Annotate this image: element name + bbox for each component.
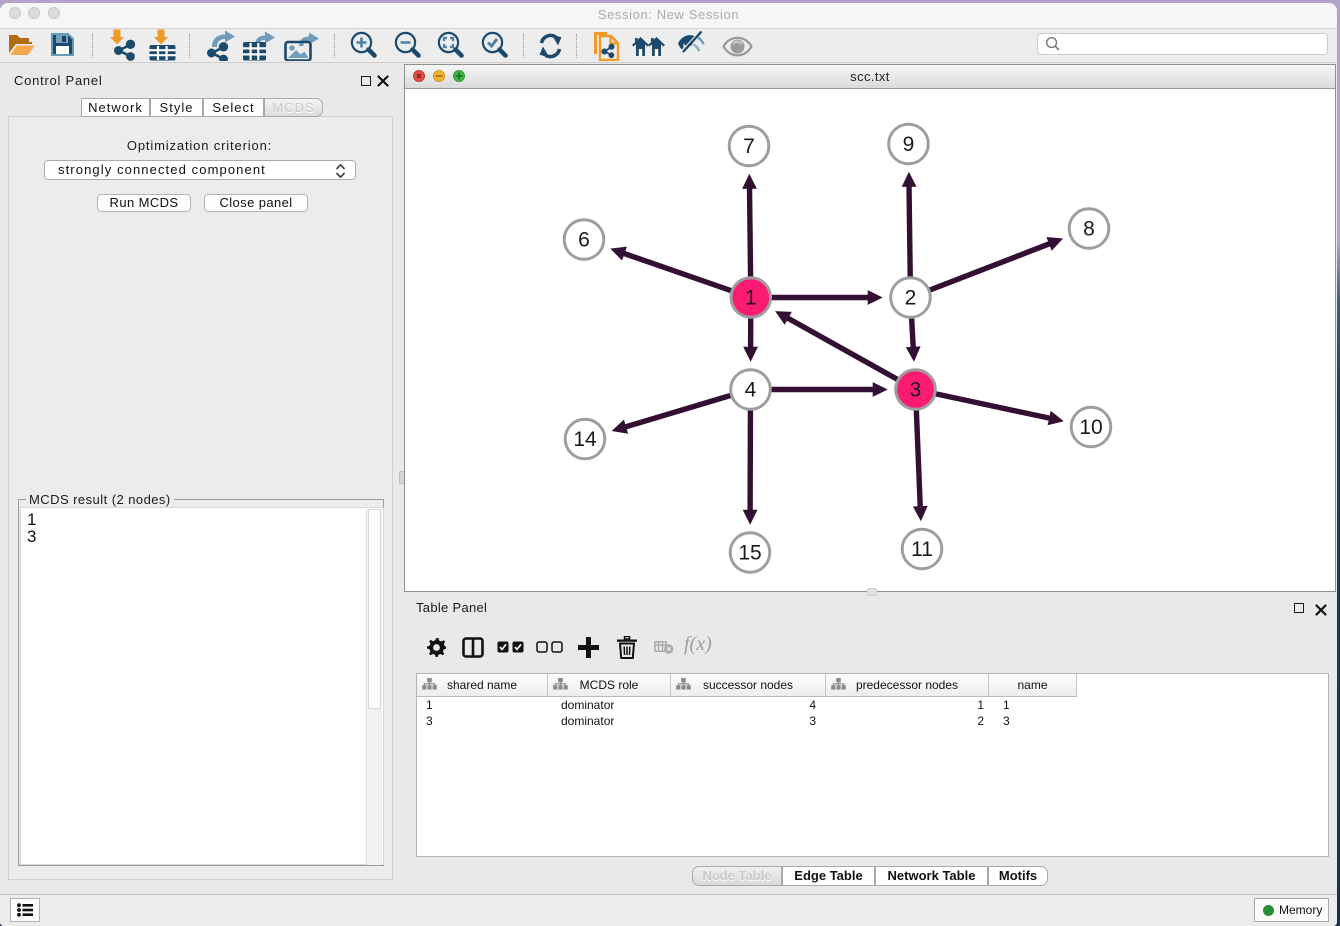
svg-text:15: 15 xyxy=(738,542,761,565)
svg-text:4: 4 xyxy=(745,379,757,402)
svg-text:11: 11 xyxy=(911,538,933,561)
svg-text:1: 1 xyxy=(745,287,757,310)
svg-text:14: 14 xyxy=(573,428,597,451)
svg-text:10: 10 xyxy=(1079,416,1102,439)
svg-text:6: 6 xyxy=(578,229,590,252)
svg-text:8: 8 xyxy=(1083,218,1095,241)
svg-text:7: 7 xyxy=(743,135,755,158)
svg-text:2: 2 xyxy=(905,287,917,310)
svg-text:3: 3 xyxy=(910,379,922,402)
svg-text:9: 9 xyxy=(903,133,915,156)
